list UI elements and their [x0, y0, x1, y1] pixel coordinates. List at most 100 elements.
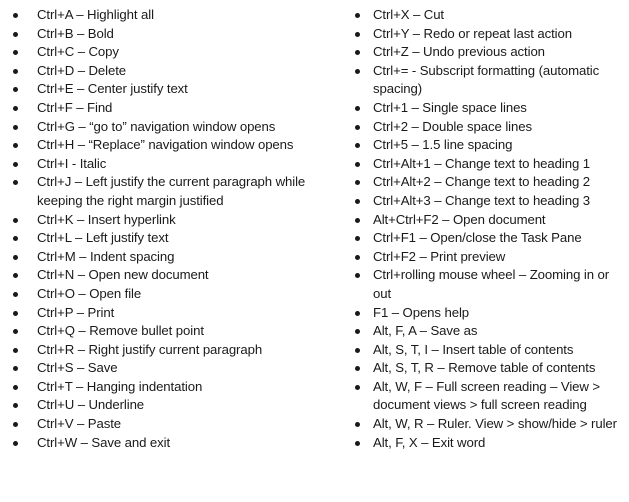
- shortcut-text: Ctrl+O – Open file: [37, 285, 142, 301]
- shortcut-text: Ctrl+Y – Redo or repeat last action: [373, 25, 572, 41]
- bullet-icon: [13, 440, 18, 446]
- list-item: Ctrl+= - Subscript formatting (automatic…: [345, 62, 629, 99]
- list-item: Ctrl+U – Underline: [0, 396, 330, 415]
- shortcut-text: Ctrl+N – Open new document: [37, 267, 209, 283]
- shortcut-text: Ctrl+Alt+2 – Change text to heading 2: [373, 174, 590, 190]
- bullet-icon: [13, 31, 18, 37]
- shortcut-text: Ctrl+F – Find: [37, 99, 113, 115]
- shortcut-list-right: Ctrl+X – Cut Ctrl+Y – Redo or repeat las…: [345, 6, 629, 452]
- shortcut-text: Ctrl+5 – 1.5 line spacing: [373, 137, 513, 153]
- bullet-icon: [355, 236, 360, 242]
- bullet-icon: [355, 384, 360, 390]
- bullet-icon: [355, 422, 360, 428]
- list-item: Ctrl+R – Right justify current paragraph: [0, 341, 330, 360]
- list-item: Ctrl+Y – Redo or repeat last action: [345, 25, 629, 44]
- list-item: Ctrl+rolling mouse wheel – Zooming in or…: [345, 266, 629, 303]
- bullet-icon: [13, 143, 18, 149]
- shortcut-text: Alt, W, F – Full screen reading – View >…: [373, 378, 601, 413]
- shortcut-text: Ctrl+2 – Double space lines: [373, 118, 532, 134]
- shortcut-text: Alt, W, R – Ruler. View > show/hide > ru…: [373, 416, 617, 432]
- bullet-icon: [355, 180, 360, 186]
- bullet-icon: [355, 366, 360, 372]
- shortcut-text: Ctrl+F2 – Print preview: [373, 248, 506, 264]
- bullet-icon: [13, 273, 18, 279]
- shortcut-text: Ctrl+= - Subscript formatting (automatic…: [373, 62, 600, 97]
- list-item: Ctrl+Alt+3 – Change text to heading 3: [345, 192, 629, 211]
- shortcut-text: Ctrl+X – Cut: [373, 7, 444, 22]
- shortcut-text: Ctrl+U – Underline: [37, 397, 145, 413]
- bullet-icon: [355, 217, 360, 223]
- bullet-icon: [355, 198, 360, 204]
- shortcut-text: Ctrl+C – Copy: [37, 44, 119, 60]
- list-item: Ctrl+H – “Replace” navigation window ope…: [0, 136, 330, 155]
- bullet-icon: [13, 310, 18, 316]
- shortcut-text: Ctrl+F1 – Open/close the Task Pane: [373, 230, 582, 246]
- list-item: Alt, S, T, I – Insert table of contents: [345, 341, 629, 360]
- shortcut-text: Ctrl+D – Delete: [37, 62, 127, 78]
- bullet-icon: [13, 161, 18, 167]
- shortcut-text: Ctrl+T – Hanging indentation: [37, 378, 203, 394]
- shortcut-text: Alt, F, X – Exit word: [373, 434, 486, 450]
- list-item: Ctrl+Z – Undo previous action: [345, 43, 629, 62]
- shortcut-text: Ctrl+W – Save and exit: [37, 434, 171, 450]
- bullet-icon: [355, 50, 360, 56]
- shortcut-text: Ctrl+V – Paste: [37, 416, 121, 432]
- bullet-icon: [355, 440, 360, 446]
- bullet-icon: [13, 254, 18, 260]
- bullet-icon: [355, 124, 360, 130]
- bullet-icon: [13, 384, 18, 390]
- shortcut-text: Ctrl+K – Insert hyperlink: [37, 211, 176, 227]
- shortcut-text: Ctrl+M – Indent spacing: [37, 248, 175, 264]
- bullet-icon: [13, 87, 18, 93]
- bullet-icon: [13, 217, 18, 223]
- list-item: Ctrl+1 – Single space lines: [345, 99, 629, 118]
- shortcut-text: Ctrl+P – Print: [37, 304, 115, 320]
- list-item: Ctrl+Q – Remove bullet point: [0, 322, 330, 341]
- shortcut-list-left: Ctrl+A – Highlight all Ctrl+B – Bold Ctr…: [0, 6, 330, 452]
- list-item: Ctrl+D – Delete: [0, 62, 330, 81]
- bullet-icon: [355, 68, 360, 74]
- shortcut-text: Ctrl+Z – Undo previous action: [373, 44, 545, 60]
- bullet-icon: [13, 422, 18, 428]
- shortcut-text: Alt, S, T, I – Insert table of contents: [373, 341, 574, 357]
- bullet-icon: [355, 31, 360, 37]
- shortcut-text: Ctrl+1 – Single space lines: [373, 99, 527, 115]
- list-item: Ctrl+F1 – Open/close the Task Pane: [345, 229, 629, 248]
- list-item: Ctrl+V – Paste: [0, 415, 330, 434]
- shortcut-text: Alt+Ctrl+F2 – Open document: [373, 211, 546, 227]
- bullet-icon: [13, 50, 18, 56]
- list-item: Ctrl+X – Cut: [345, 6, 629, 25]
- shortcut-text: Ctrl+R – Right justify current paragraph: [37, 341, 263, 357]
- list-item: Ctrl+2 – Double space lines: [345, 118, 629, 137]
- list-item: Ctrl+S – Save: [0, 359, 330, 378]
- list-item: Ctrl+J – Left justify the current paragr…: [0, 173, 330, 210]
- list-item: Alt, W, F – Full screen reading – View >…: [345, 378, 629, 415]
- bullet-icon: [355, 347, 360, 353]
- shortcut-text: Ctrl+Q – Remove bullet point: [37, 323, 204, 339]
- bullet-icon: [13, 366, 18, 372]
- bullet-icon: [13, 236, 18, 242]
- shortcut-text: Ctrl+E – Center justify text: [37, 81, 188, 97]
- list-item: Ctrl+K – Insert hyperlink: [0, 211, 330, 230]
- shortcut-text: Ctrl+G – “go to” navigation window opens: [37, 118, 276, 134]
- shortcut-text: Ctrl+B – Bold: [37, 25, 114, 41]
- bullet-icon: [355, 310, 360, 316]
- list-item: Ctrl+L – Left justify text: [0, 229, 330, 248]
- shortcut-text: Ctrl+S – Save: [37, 360, 118, 376]
- list-item: Ctrl+5 – 1.5 line spacing: [345, 136, 629, 155]
- bullet-icon: [13, 291, 18, 297]
- shortcut-text: Ctrl+A – Highlight all: [37, 7, 154, 22]
- bullet-icon: [13, 329, 18, 335]
- bullet-icon: [355, 254, 360, 260]
- shortcut-text: Alt, F, A – Save as: [373, 323, 478, 339]
- list-item: Ctrl+Alt+1 – Change text to heading 1: [345, 155, 629, 174]
- list-item: Ctrl+N – Open new document: [0, 266, 330, 285]
- bullet-icon: [355, 329, 360, 335]
- list-item: Ctrl+O – Open file: [0, 285, 330, 304]
- bullet-icon: [13, 180, 18, 186]
- list-item: Ctrl+G – “go to” navigation window opens: [0, 118, 330, 137]
- list-item: F1 – Opens help: [345, 304, 629, 323]
- bullet-icon: [355, 105, 360, 111]
- list-item: Ctrl+T – Hanging indentation: [0, 378, 330, 397]
- bullet-icon: [13, 13, 18, 18]
